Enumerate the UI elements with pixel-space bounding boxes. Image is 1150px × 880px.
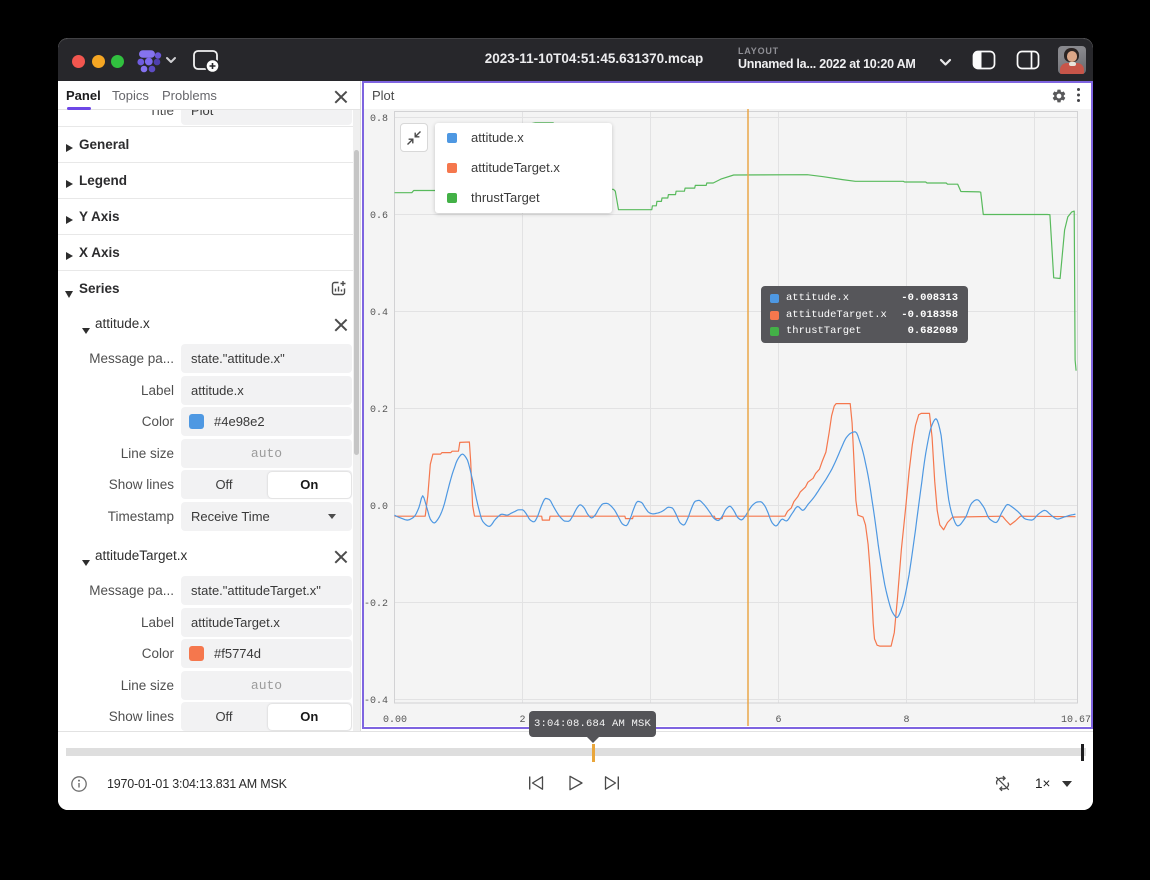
svg-text:0.00: 0.00	[383, 715, 407, 726]
svg-text:0.6: 0.6	[370, 211, 388, 222]
svg-text:2: 2	[519, 715, 525, 726]
svg-text:-0.4: -0.4	[364, 696, 388, 707]
svg-text:0.4: 0.4	[370, 308, 388, 319]
svg-text:0.8: 0.8	[370, 114, 388, 125]
svg-text:0.2: 0.2	[370, 405, 388, 416]
svg-text:6: 6	[775, 715, 781, 726]
svg-text:8: 8	[903, 715, 909, 726]
svg-text:0.0: 0.0	[370, 502, 388, 513]
svg-text:10.67: 10.67	[1061, 715, 1091, 726]
svg-text:-0.2: -0.2	[364, 599, 388, 610]
